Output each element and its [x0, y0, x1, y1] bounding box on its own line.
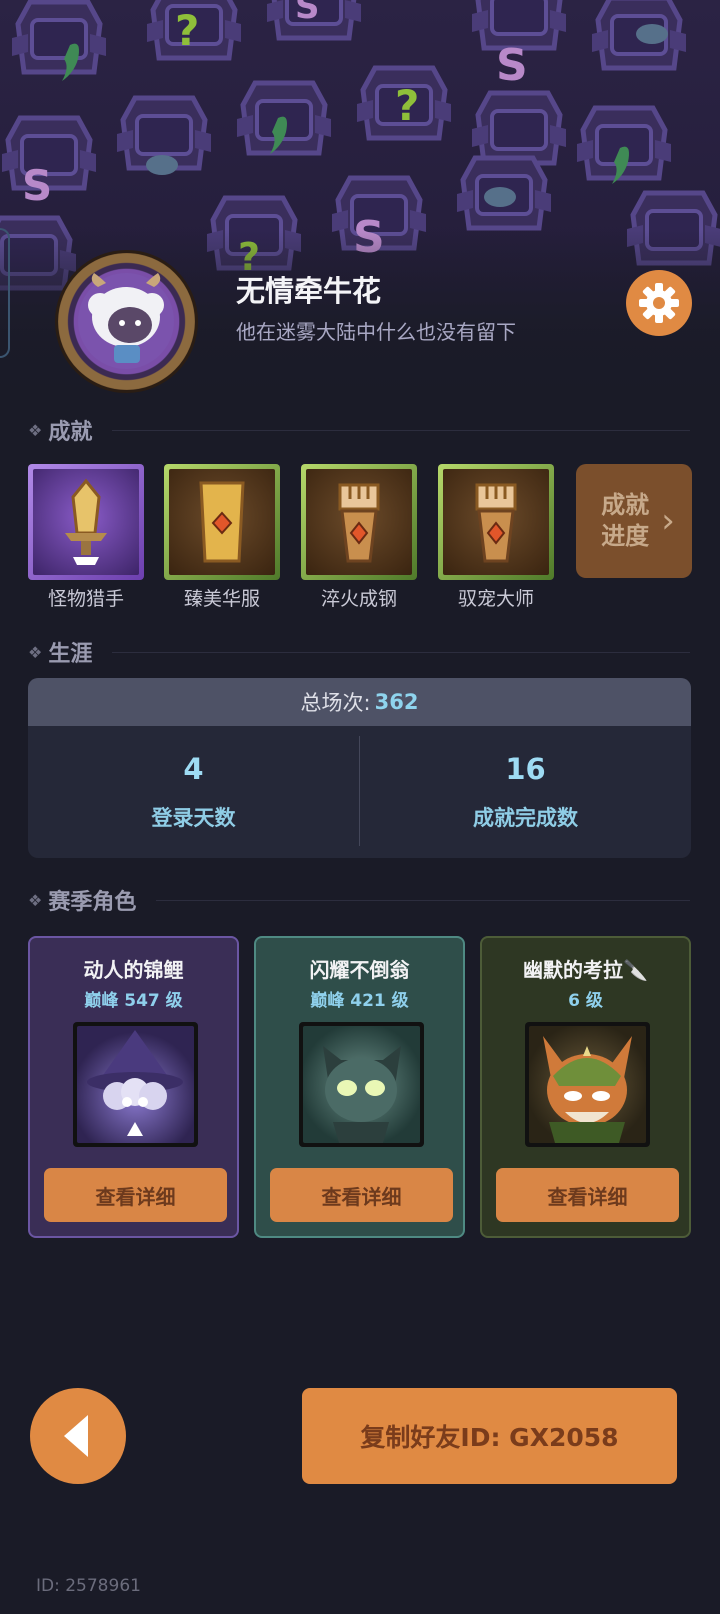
diamond-bullet-icon: ❖	[28, 890, 43, 910]
stat-value: 16	[505, 752, 546, 786]
hero-name: 幽默的考拉🔪	[523, 958, 648, 982]
gear-icon	[639, 283, 679, 323]
career-panel: 总场次: 362 4 登录天数 16 成就完成数	[28, 678, 691, 858]
user-id-label: ID: 2578961	[36, 1576, 141, 1596]
stat-label: 登录天数	[151, 806, 236, 830]
sword-crystal-icon	[65, 478, 107, 565]
back-button[interactable]	[30, 1388, 126, 1484]
copy-friend-id-button[interactable]: 复制好友ID: GX2058	[302, 1388, 677, 1484]
achievement-progress-label-line2: 进度	[601, 522, 650, 550]
achievement-label: 驭宠大师	[457, 588, 534, 610]
achievement-progress-button[interactable]: 成就 进度 ›	[576, 464, 692, 578]
svg-text:?: ?	[395, 81, 419, 130]
career-heading: ❖ 生涯	[28, 636, 690, 668]
hero-portrait[interactable]	[525, 1022, 650, 1147]
fist-icon	[475, 483, 517, 563]
achievement-badge-fine-clothes[interactable]	[164, 464, 280, 580]
player-signature: 他在迷雾大陆中什么也没有留下	[236, 320, 516, 344]
achievement-label: 怪物猎手	[47, 588, 124, 610]
hero-portrait[interactable]	[73, 1022, 198, 1147]
achievement-badge-pet-master[interactable]	[438, 464, 554, 580]
hero-level: 巅峰 547 级	[84, 991, 183, 1011]
achievement-label: 臻美华服	[183, 588, 260, 610]
golden-cloth-icon	[199, 481, 245, 563]
hero-portrait[interactable]	[299, 1022, 424, 1147]
svg-text:S: S	[22, 161, 52, 210]
witch-portrait-icon	[87, 1030, 183, 1136]
view-details-button[interactable]: 查看详细	[270, 1168, 453, 1222]
hero-name: 动人的锦鲤	[83, 958, 184, 982]
hero-card-tumbler: 闪耀不倒翁 巅峰 421 级 查看详细	[254, 936, 465, 1238]
achievements-heading: ❖ 成就	[28, 414, 690, 446]
edge-tab[interactable]	[0, 228, 10, 358]
achievement-progress-label-line1: 成就	[601, 491, 650, 519]
svg-text:S: S	[295, 0, 320, 27]
login-days-stat: 4 登录天数	[28, 726, 359, 858]
hero-level: 6 级	[568, 991, 603, 1011]
hero-card-koi: 动人的锦鲤 巅峰 547 级 查看详细	[28, 936, 239, 1238]
sheep-avatar-icon	[78, 273, 174, 369]
achievement-badge-tempered-steel[interactable]	[301, 464, 417, 580]
settings-button[interactable]	[626, 270, 692, 336]
chevron-right-icon: ›	[661, 501, 675, 541]
stat-label: 成就完成数	[473, 806, 578, 830]
back-arrow-icon	[64, 1415, 88, 1457]
hero-name: 闪耀不倒翁	[309, 958, 410, 982]
robot-portrait-icon	[323, 1046, 401, 1143]
player-nickname: 无情牵牛花	[236, 274, 382, 308]
diamond-bullet-icon: ❖	[28, 642, 43, 662]
season-heroes-heading: ❖ 赛季角色	[28, 884, 690, 916]
achievement-badge-monster-hunter[interactable]	[28, 464, 144, 580]
hero-level: 巅峰 421 级	[310, 991, 409, 1011]
fox-portrait-icon	[543, 1036, 632, 1143]
stat-value: 4	[183, 752, 204, 786]
fist-icon	[338, 483, 380, 563]
diamond-bullet-icon: ❖	[28, 420, 43, 440]
total-matches-row: 总场次: 362	[28, 678, 691, 726]
achievement-label: 淬火成钢	[320, 588, 397, 610]
total-matches-value: 362	[374, 690, 419, 714]
svg-text:S: S	[496, 40, 528, 91]
svg-text:?: ?	[175, 6, 199, 55]
achievements-completed-stat: 16 成就完成数	[360, 726, 691, 858]
total-matches-label: 总场次:	[300, 691, 371, 715]
avatar[interactable]	[55, 250, 198, 393]
view-details-button[interactable]: 查看详细	[44, 1168, 227, 1222]
view-details-button[interactable]: 查看详细	[496, 1168, 679, 1222]
hero-card-koala: 幽默的考拉🔪 6 级 查看详细	[480, 936, 691, 1238]
